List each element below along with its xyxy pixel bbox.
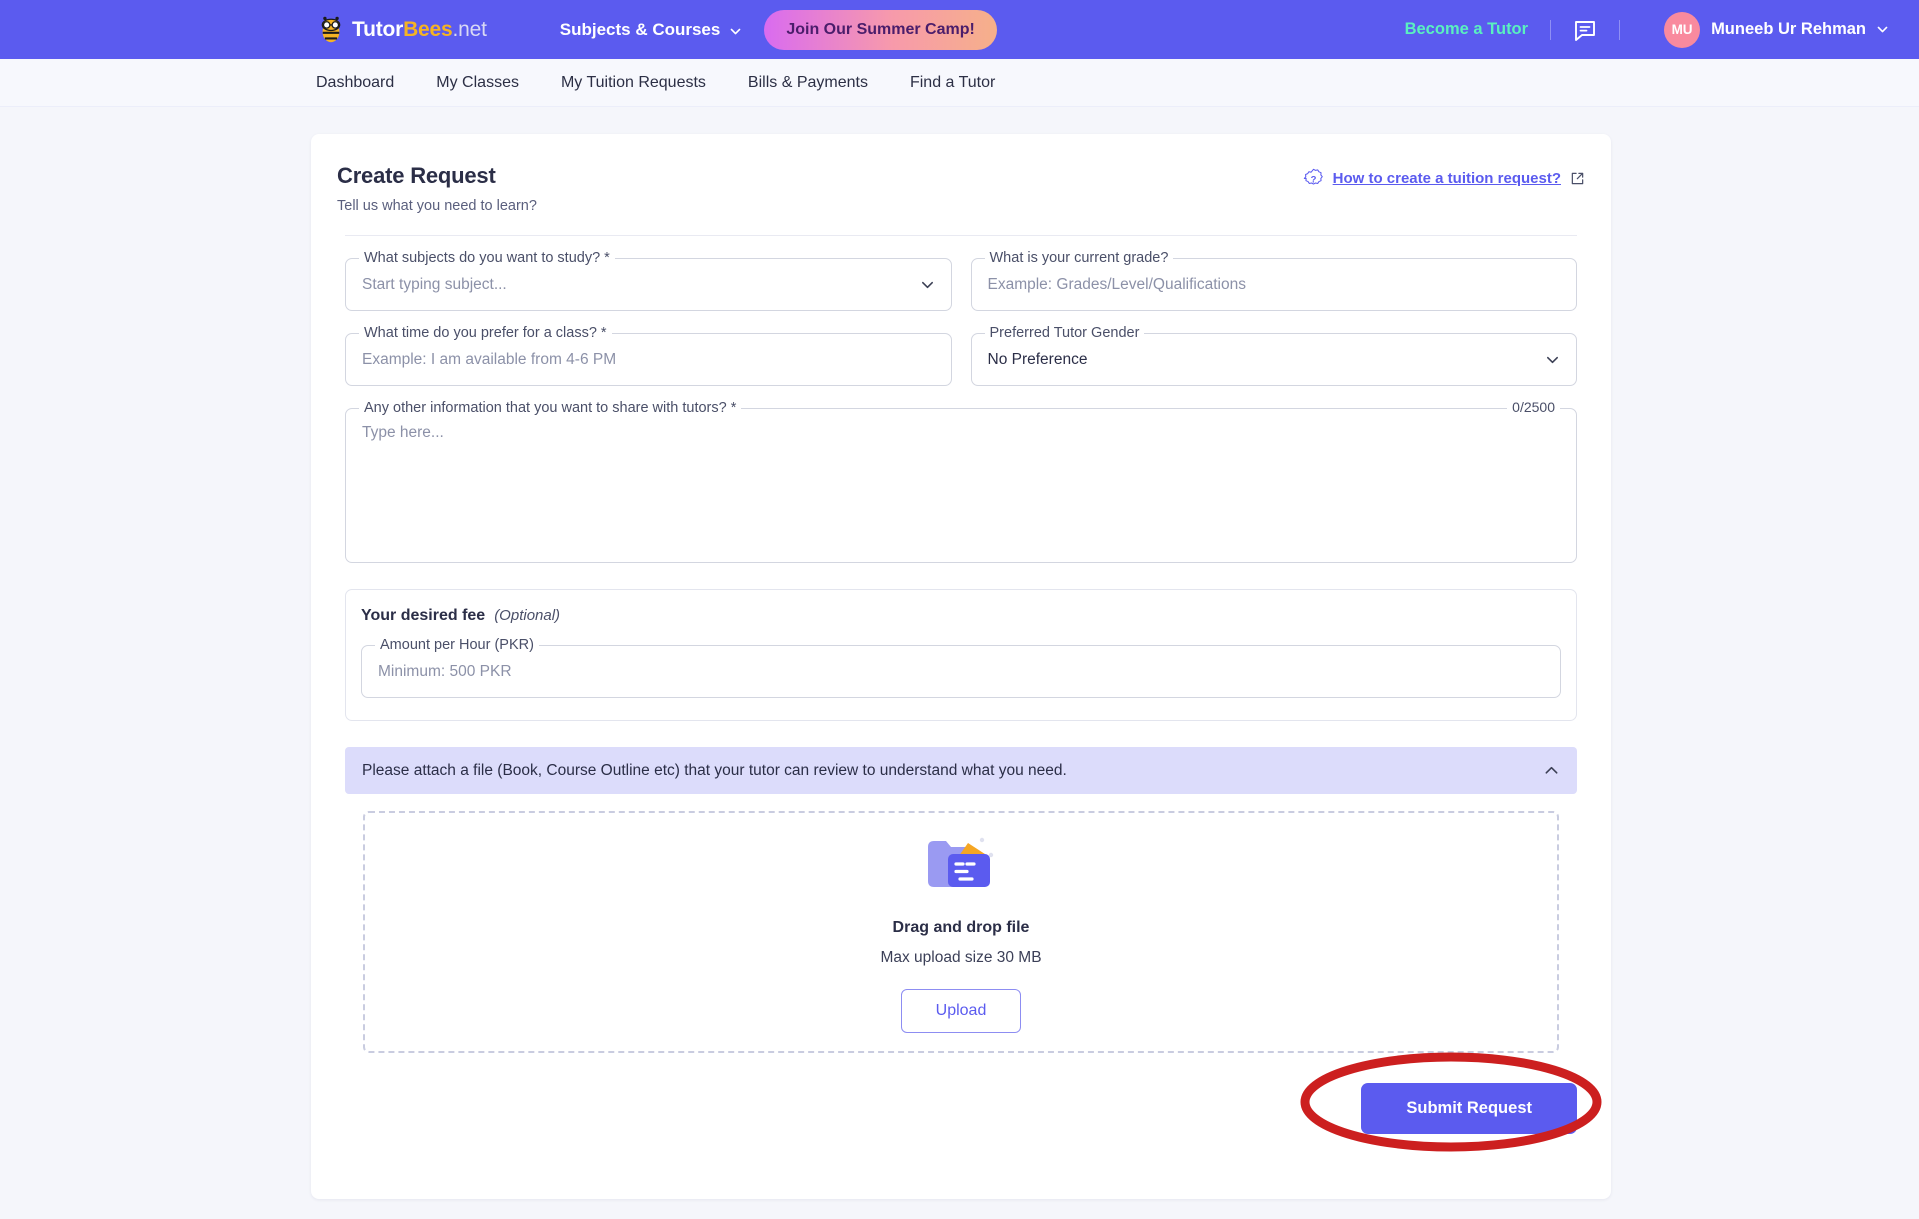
submit-request-button[interactable]: Submit Request	[1361, 1083, 1577, 1134]
other-info-placeholder: Type here...	[362, 424, 444, 442]
svg-text:?: ?	[1310, 174, 1316, 185]
avatar[interactable]: MU	[1664, 12, 1700, 48]
form-row-2: What time do you prefer for a class? * E…	[345, 333, 1577, 386]
bee-icon	[316, 15, 346, 45]
site-logo[interactable]: TutorBees.net	[316, 15, 487, 45]
user-menu-chevron-down-icon[interactable]	[1876, 23, 1889, 36]
amount-per-hour-label: Amount per Hour (PKR)	[375, 637, 539, 653]
grade-input[interactable]: What is your current grade? Example: Gra…	[971, 258, 1578, 311]
preferred-time-placeholder: Example: I am available from 4-6 PM	[362, 351, 616, 369]
how-to-help-link-group[interactable]: ? How to create a tuition request?	[1303, 168, 1585, 189]
subjects-placeholder: Start typing subject...	[362, 276, 507, 294]
desired-fee-optional-tag: (Optional)	[494, 607, 560, 624]
field-time-wrapper: What time do you prefer for a class? * E…	[345, 333, 952, 386]
upload-folder-icon	[922, 831, 1000, 906]
submit-row: Submit Request	[345, 1083, 1577, 1134]
logo-text-bees: Bees	[403, 18, 452, 41]
field-gender-wrapper: Preferred Tutor Gender No Preference	[971, 333, 1578, 386]
main-navigation: Dashboard My Classes My Tuition Requests…	[0, 59, 1919, 107]
nav-item-find-a-tutor[interactable]: Find a Tutor	[910, 74, 995, 92]
nav-item-my-tuition-requests[interactable]: My Tuition Requests	[561, 74, 706, 92]
subjects-menu-label: Subjects & Courses	[560, 20, 721, 40]
form-row-1: What subjects do you want to study? * St…	[345, 258, 1577, 311]
upload-button[interactable]: Upload	[901, 989, 1022, 1033]
create-request-form: What subjects do you want to study? * St…	[337, 258, 1585, 563]
field-subjects-wrapper: What subjects do you want to study? * St…	[345, 258, 952, 311]
amount-per-hour-placeholder: Minimum: 500 PKR	[378, 663, 512, 681]
amount-field-wrapper: Amount per Hour (PKR) Minimum: 500 PKR	[361, 645, 1561, 698]
grade-placeholder: Example: Grades/Level/Qualifications	[988, 276, 1246, 294]
tutor-gender-label: Preferred Tutor Gender	[985, 325, 1145, 341]
top-header-bar: TutorBees.net Subjects & Courses Join Ou…	[0, 0, 1919, 59]
attachment-section: Please attach a file (Book, Course Outli…	[345, 747, 1577, 1053]
nav-item-my-classes[interactable]: My Classes	[436, 74, 519, 92]
card-header: Create Request Tell us what you need to …	[337, 163, 1585, 214]
desired-fee-header: Your desired fee (Optional)	[361, 607, 1561, 625]
dropzone-title: Drag and drop file	[893, 919, 1030, 937]
nav-item-bills-and-payments[interactable]: Bills & Payments	[748, 74, 868, 92]
how-to-create-request-link[interactable]: How to create a tuition request?	[1333, 170, 1561, 187]
other-info-label: Any other information that you want to s…	[359, 400, 741, 416]
tutor-gender-value: No Preference	[988, 351, 1088, 369]
page-subtitle: Tell us what you need to learn?	[337, 198, 537, 214]
chevron-down-icon[interactable]	[920, 277, 935, 292]
header-divider-1	[1550, 20, 1551, 40]
chevron-down-icon	[729, 23, 742, 36]
subjects-label: What subjects do you want to study? *	[359, 250, 615, 266]
page-title: Create Request	[337, 163, 537, 189]
create-request-card: Create Request Tell us what you need to …	[311, 134, 1611, 1199]
logo-text-net: .net	[453, 18, 487, 41]
logo-text: TutorBees.net	[352, 18, 487, 42]
header-divider-2	[1619, 20, 1620, 40]
amount-per-hour-input[interactable]: Amount per Hour (PKR) Minimum: 500 PKR	[361, 645, 1561, 698]
nav-item-dashboard[interactable]: Dashboard	[316, 74, 394, 92]
grade-label: What is your current grade?	[985, 250, 1174, 266]
external-link-icon	[1570, 171, 1585, 186]
other-info-textarea[interactable]: Any other information that you want to s…	[345, 408, 1577, 563]
field-other-info-wrapper: Any other information that you want to s…	[345, 408, 1577, 563]
summer-camp-button[interactable]: Join Our Summer Camp!	[764, 10, 996, 50]
chevron-down-icon[interactable]	[1545, 352, 1560, 367]
card-header-left: Create Request Tell us what you need to …	[337, 163, 537, 214]
attachment-banner[interactable]: Please attach a file (Book, Course Outli…	[345, 747, 1577, 794]
character-counter: 0/2500	[1507, 399, 1560, 415]
desired-fee-section: Your desired fee (Optional) Amount per H…	[345, 589, 1577, 721]
chat-bubble-icon[interactable]	[1573, 18, 1597, 42]
tutor-gender-select[interactable]: Preferred Tutor Gender No Preference	[971, 333, 1578, 386]
field-grade-wrapper: What is your current grade? Example: Gra…	[971, 258, 1578, 311]
attachment-banner-text: Please attach a file (Book, Course Outli…	[362, 762, 1067, 780]
preferred-time-input[interactable]: What time do you prefer for a class? * E…	[345, 333, 952, 386]
page-canvas: Create Request Tell us what you need to …	[0, 107, 1919, 1219]
form-row-3: Any other information that you want to s…	[345, 408, 1577, 563]
header-right-cluster: Become a Tutor MU Muneeb Ur Rehman	[1405, 0, 1889, 59]
file-dropzone[interactable]: Drag and drop file Max upload size 30 MB…	[363, 811, 1559, 1053]
desired-fee-title: Your desired fee	[361, 607, 485, 625]
header-divider	[345, 235, 1577, 236]
question-mark-icon: ?	[1303, 168, 1324, 189]
chevron-up-icon[interactable]	[1543, 762, 1560, 779]
dropzone-max-size: Max upload size 30 MB	[880, 949, 1041, 967]
become-a-tutor-link[interactable]: Become a Tutor	[1405, 20, 1528, 39]
preferred-time-label: What time do you prefer for a class? *	[359, 325, 612, 341]
subjects-and-courses-menu[interactable]: Subjects & Courses	[560, 20, 743, 40]
subjects-select[interactable]: What subjects do you want to study? * St…	[345, 258, 952, 311]
user-name-label: Muneeb Ur Rehman	[1711, 20, 1866, 39]
logo-text-tutor: Tutor	[352, 18, 403, 41]
